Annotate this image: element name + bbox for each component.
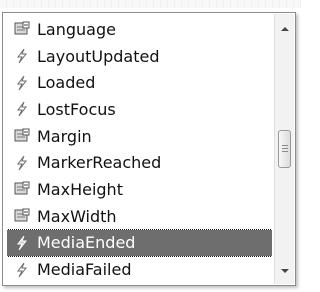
list-item-margin[interactable]: Margin — [7, 123, 272, 150]
vertical-scrollbar[interactable] — [274, 14, 294, 284]
list-item-mediaended[interactable]: MediaEnded — [7, 228, 272, 258]
event-icon — [11, 99, 33, 119]
list-item-label: LayoutUpdated — [37, 46, 160, 66]
list-item-layoutupdated[interactable]: LayoutUpdated — [7, 43, 272, 70]
event-icon — [11, 260, 33, 280]
scroll-thumb[interactable] — [278, 130, 291, 168]
scroll-thumb-grip-icon — [281, 145, 288, 153]
editor-text-strip — [0, 0, 301, 8]
completion-list[interactable]: Language LayoutUpdated Loaded LostFocus … — [7, 16, 272, 284]
list-item-label: LostFocus — [37, 99, 116, 119]
list-item-loaded[interactable]: Loaded — [7, 69, 272, 96]
event-icon — [11, 73, 33, 93]
list-item-label: MaxWidth — [37, 206, 117, 226]
intellisense-popup: Language LayoutUpdated Loaded LostFocus … — [2, 12, 296, 286]
event-icon — [11, 46, 33, 66]
event-icon — [11, 233, 33, 253]
property-icon — [11, 19, 33, 39]
property-icon — [11, 206, 33, 226]
list-item-markerreached[interactable]: MarkerReached — [7, 149, 272, 176]
list-item-lostfocus[interactable]: LostFocus — [7, 96, 272, 123]
scroll-up-icon[interactable] — [275, 20, 294, 38]
list-item-label: MediaFailed — [37, 260, 132, 280]
list-item-label: MarkerReached — [37, 153, 162, 173]
list-item-mediafailed[interactable]: MediaFailed — [7, 256, 272, 283]
list-item-label: Loaded — [37, 73, 96, 93]
list-item-label: MediaEnded — [37, 233, 136, 253]
property-icon — [11, 126, 33, 146]
list-item-language[interactable]: Language — [7, 16, 272, 43]
scroll-down-icon[interactable] — [275, 262, 294, 280]
list-item-label: Language — [37, 19, 116, 39]
list-item-label: MaxHeight — [37, 179, 123, 199]
list-item-maxwidth[interactable]: MaxWidth — [7, 203, 272, 230]
list-item-label: Margin — [37, 126, 92, 146]
property-icon — [11, 179, 33, 199]
list-item-maxheight[interactable]: MaxHeight — [7, 176, 272, 203]
event-icon — [11, 153, 33, 173]
